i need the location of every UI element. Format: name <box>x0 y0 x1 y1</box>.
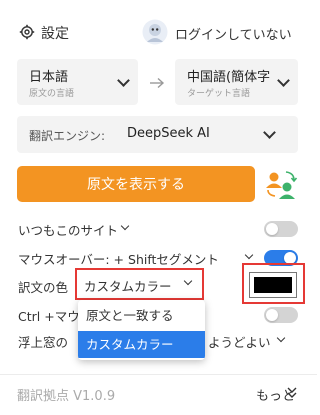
ctrl-mouse-toggle[interactable] <box>264 307 298 323</box>
target-language-value: 中国語(簡体字 <box>187 70 271 85</box>
dropdown-option-selected[interactable]: カスタムカラー <box>78 331 205 358</box>
color-mode-dropdown: 原文と一致する カスタムカラー <box>78 300 205 360</box>
footer-divider <box>0 374 317 375</box>
chevron-down-icon[interactable] <box>120 221 130 231</box>
double-chevron-down-icon[interactable] <box>287 384 297 398</box>
ctrl-mouse-label: Ctrl +マウ <box>18 309 80 324</box>
chevron-down-icon <box>117 74 130 87</box>
source-language-select[interactable]: 日本語 原文の言語 <box>17 59 138 105</box>
toggle-knob <box>266 223 278 235</box>
version-label: 翻訳拠点 V1.0.9 <box>17 389 116 404</box>
settings-title: 設定 <box>41 26 69 42</box>
always-site-label: いつもこのサイト <box>18 223 119 238</box>
login-status[interactable]: ログインしていない <box>175 24 292 43</box>
people-swap-icon[interactable] <box>264 168 298 200</box>
always-site-toggle[interactable] <box>264 221 298 237</box>
chevron-down-icon[interactable] <box>244 250 254 260</box>
target-language-select[interactable]: 中国語(簡体字 ターゲット言語 <box>175 59 298 105</box>
source-language-caption: 原文の言語 <box>29 89 75 99</box>
color-swatch-highlight <box>242 263 305 304</box>
chevron-down-icon <box>263 126 276 139</box>
chevron-down-icon <box>277 74 290 87</box>
source-language-value: 日本語 <box>29 70 69 85</box>
engine-value: DeepSeek AI <box>127 126 210 141</box>
mouseover-label: マウスオーバー: + Shiftセグメント <box>18 252 219 267</box>
toggle-knob <box>266 309 278 321</box>
translation-engine-select[interactable]: 翻訳エンジン: DeepSeek AI <box>17 116 298 153</box>
gear-icon[interactable] <box>19 24 35 40</box>
float-window-label: 浮上窓の <box>18 335 69 350</box>
color-mode-highlight <box>75 268 204 300</box>
chevron-down-icon[interactable] <box>276 333 286 343</box>
engine-label: 翻訳エンジン: <box>29 129 106 143</box>
show-original-button[interactable]: 原文を表示する <box>17 166 255 202</box>
target-language-caption: ターゲット言語 <box>187 89 251 99</box>
float-window-value[interactable]: ようどよい <box>208 332 271 351</box>
avatar-icon[interactable] <box>142 19 168 45</box>
translation-color-label: 訳文の色 <box>18 280 69 295</box>
dropdown-option[interactable]: 原文と一致する <box>78 302 205 329</box>
arrow-right-icon <box>149 74 165 89</box>
